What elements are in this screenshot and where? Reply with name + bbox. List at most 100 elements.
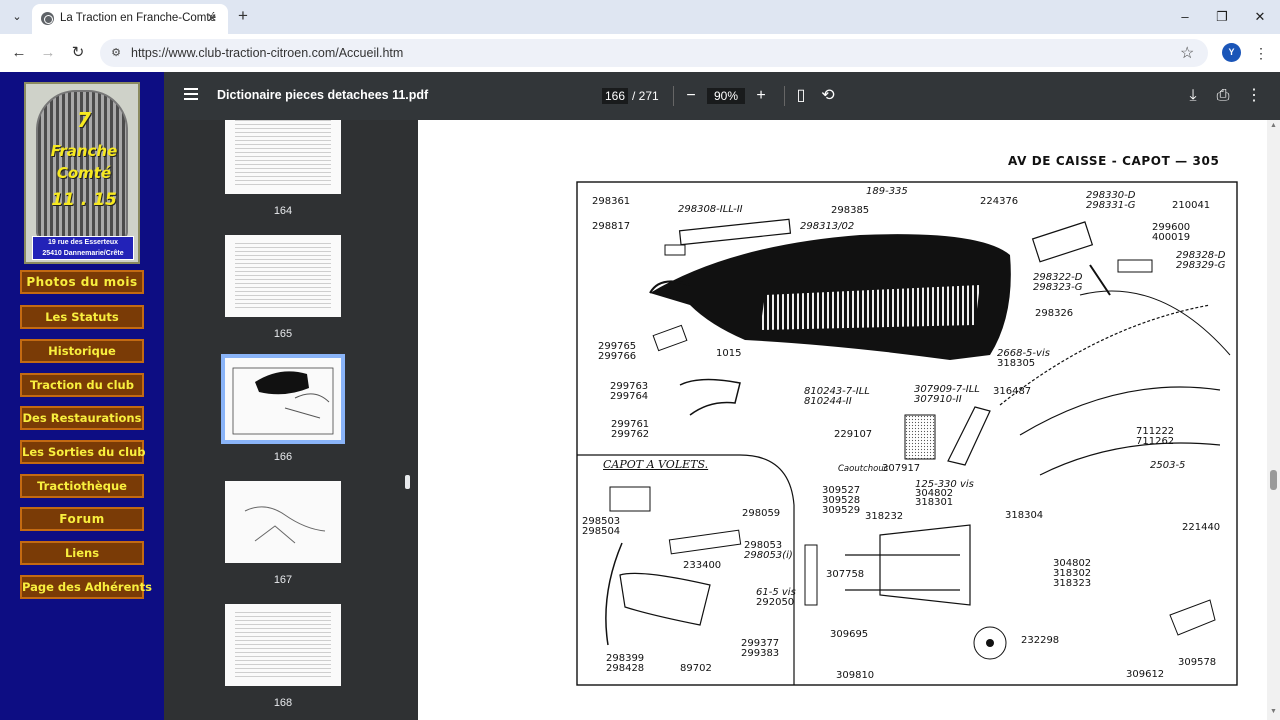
site-info-icon[interactable]: ⚙	[108, 45, 124, 61]
part-label: 233400	[683, 560, 722, 571]
part-label: 318232	[865, 511, 904, 522]
address-line: 19 rue des Esserteux	[47, 239, 119, 246]
part-label: 299383	[741, 648, 780, 659]
page-header: AV DE CAISSE - CAPOT — 305	[1008, 154, 1220, 168]
print-icon[interactable]: ⎙	[1213, 86, 1233, 106]
part-label: 318304	[1005, 510, 1044, 521]
part-label: 298504	[582, 526, 621, 537]
part-label: 210041	[1172, 200, 1211, 211]
close-window-button[interactable]: ✕	[1250, 7, 1270, 27]
zoom-in-icon[interactable]: +	[751, 86, 771, 106]
forward-button[interactable]: →	[37, 42, 59, 64]
part-label: 309529	[822, 505, 861, 516]
thumbnail-diagram	[244, 506, 326, 544]
nav-liens[interactable]: Liens	[20, 541, 144, 565]
toolbar-divider	[784, 86, 785, 106]
part-label: 299762	[611, 429, 650, 440]
tab-title: La Traction en Franche-Comté	[60, 12, 216, 24]
pane-divider[interactable]	[402, 120, 416, 720]
part-label: 298323-G	[1033, 282, 1083, 293]
part-label: 309612	[1126, 669, 1165, 680]
zoom-out-icon[interactable]: −	[681, 86, 701, 106]
part-label: 316487	[993, 386, 1032, 397]
page-thumbnail[interactable]	[225, 604, 341, 686]
chrome-menu-icon[interactable]: ⋮	[1254, 43, 1268, 63]
part-label: 298329-G	[1176, 260, 1226, 271]
part-label: 1015	[716, 348, 742, 359]
page-thumbnail[interactable]	[225, 120, 341, 194]
back-button[interactable]: ←	[8, 42, 30, 64]
part-label: Caoutchouc	[838, 464, 889, 474]
thumbnail-pane: 164 165 166 167 168	[164, 120, 402, 720]
part-label: 307758	[826, 569, 865, 580]
page-total: / 271	[632, 89, 659, 103]
thumbnail-label: 166	[273, 451, 293, 463]
sidebar-menu-icon[interactable]	[184, 88, 198, 100]
globe-icon	[41, 12, 54, 25]
part-label: 318323	[1053, 578, 1092, 589]
more-actions-icon[interactable]: ⋮	[1244, 86, 1264, 106]
tab-search-button[interactable]: ⌄	[7, 7, 27, 27]
profile-avatar[interactable]: Y	[1222, 43, 1241, 62]
thumbnail-label: 165	[273, 328, 293, 340]
logo-text: 7	[77, 108, 91, 132]
part-label: 292050	[756, 597, 795, 608]
pdf-toolbar: Dictionaire pieces detachees 11.pdf 166 …	[164, 72, 1280, 120]
rotate-icon[interactable]: ⟲	[818, 86, 838, 106]
part-label: 307910-II	[914, 394, 962, 405]
part-label: 89702	[680, 663, 712, 674]
pane-resize-handle[interactable]	[405, 475, 410, 489]
page-number-input[interactable]: 166	[602, 88, 628, 104]
part-label: 309695	[830, 629, 869, 640]
part-label: 298817	[592, 221, 631, 232]
address-bar[interactable]: ⚙ https://www.club-traction-citroen.com/…	[100, 39, 1208, 67]
part-label: 307917	[882, 463, 921, 474]
page-thumbnail[interactable]	[225, 481, 341, 563]
nav-les-statuts[interactable]: Les Statuts	[20, 305, 144, 329]
pdf-file-name: Dictionaire pieces detachees 11.pdf	[217, 88, 429, 102]
part-label: 318305	[997, 358, 1036, 369]
address-line: 25410 Dannemarie/Crête	[42, 250, 124, 257]
part-label: 232298	[1021, 635, 1060, 646]
nav-tractiotheque[interactable]: Tractiothèque	[20, 474, 144, 498]
part-label: 309578	[1178, 657, 1217, 668]
part-label: 189-335	[866, 186, 908, 197]
toolbar-divider	[673, 86, 674, 106]
download-icon[interactable]: ⤓	[1183, 86, 1203, 106]
document-scrollbar[interactable]: ▲ ▼	[1267, 120, 1280, 720]
fit-page-icon[interactable]: ▯	[791, 86, 811, 106]
part-label: 400019	[1152, 232, 1191, 243]
part-label: 298308-ILL-II	[678, 204, 743, 215]
part-label: 298385	[831, 205, 870, 216]
maximize-button[interactable]: ❐	[1212, 7, 1232, 27]
scroll-down-icon[interactable]: ▼	[1269, 708, 1278, 715]
part-label: 224376	[980, 196, 1019, 207]
nav-page-des-adherents[interactable]: Page des Adhérents	[20, 575, 152, 599]
nav-traction-du-club[interactable]: Traction du club	[20, 373, 144, 397]
part-label: 309810	[836, 670, 875, 681]
page-thumbnail[interactable]	[225, 235, 341, 317]
club-logo[interactable]: 7 Franche Comté 11 . 15 19 rue des Esser…	[24, 82, 140, 264]
part-label: 298313/02	[800, 221, 855, 232]
part-label: 298361	[592, 196, 631, 207]
scroll-thumb[interactable]	[1270, 470, 1277, 490]
bookmark-star-icon[interactable]: ☆	[1180, 43, 1194, 63]
thumbnail-diagram	[232, 367, 334, 435]
nav-des-restaurations[interactable]: Des Restaurations	[20, 406, 144, 430]
page-thumbnail-selected[interactable]	[221, 354, 345, 444]
nav-forum[interactable]: Forum	[20, 507, 144, 531]
part-label: 318301	[915, 497, 954, 508]
nav-les-sorties[interactable]: Les Sorties du club	[20, 440, 146, 464]
new-tab-button[interactable]: +	[234, 7, 252, 25]
minimize-button[interactable]: –	[1175, 7, 1195, 27]
part-label: 299766	[598, 351, 637, 362]
nav-photos-du-mois[interactable]: Photos du mois	[20, 270, 144, 294]
reload-button[interactable]: ↻	[67, 42, 89, 64]
browser-tab[interactable]: La Traction en Franche-Comté ✕	[32, 4, 228, 34]
nav-historique[interactable]: Historique	[20, 339, 144, 363]
close-tab-icon[interactable]: ✕	[204, 10, 220, 26]
zoom-input[interactable]: 90%	[707, 88, 745, 104]
url-text[interactable]: https://www.club-traction-citroen.com/Ac…	[131, 46, 403, 60]
scroll-up-icon[interactable]: ▲	[1269, 122, 1278, 129]
part-label: 298331-G	[1086, 200, 1136, 211]
